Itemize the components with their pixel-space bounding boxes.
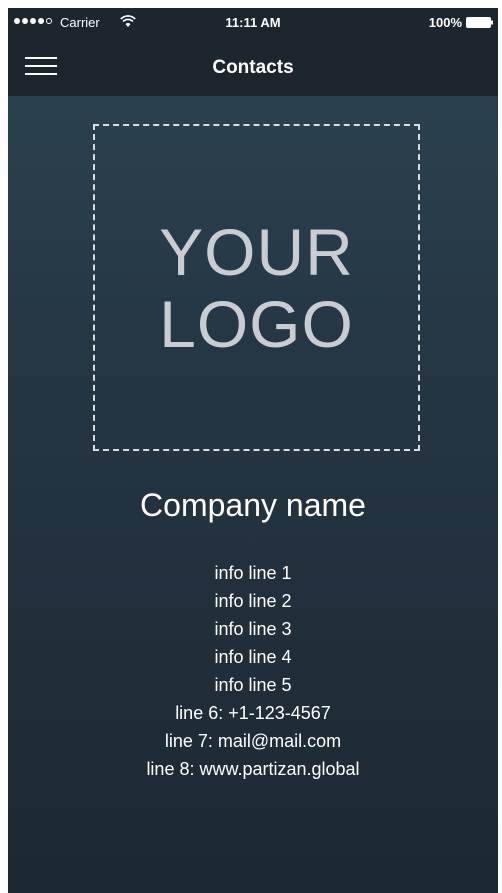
logo-placeholder: YOUR LOGO xyxy=(93,124,420,451)
company-name: Company name xyxy=(140,487,366,523)
battery-percentage: 100% xyxy=(428,15,462,30)
logo-line-1: YOUR xyxy=(159,214,354,289)
phone-screen: Carrier 11:11 AM 100% Contacts YOUR LOGO… xyxy=(8,8,498,893)
status-bar: Carrier 11:11 AM 100% xyxy=(8,8,498,38)
battery-icon xyxy=(466,17,493,28)
page-title: Contacts xyxy=(212,57,294,78)
info-line-5: info line 5 xyxy=(214,675,292,695)
info-line-1: info line 1 xyxy=(214,563,292,583)
email-line[interactable]: line 7: mail@mail.com xyxy=(8,727,498,755)
phone-line[interactable]: line 6: +1-123-4567 xyxy=(8,699,498,727)
info-line-4: info line 4 xyxy=(214,647,292,667)
info-list: info line 1 info line 2 info line 3 info… xyxy=(8,559,498,783)
info-line-2: info line 2 xyxy=(214,591,292,611)
info-line-3: info line 3 xyxy=(214,619,292,639)
status-time: 11:11 AM xyxy=(225,15,281,30)
navigation-bar: Contacts xyxy=(8,38,498,96)
logo-text: YOUR LOGO xyxy=(159,216,354,360)
logo-line-2: LOGO xyxy=(159,286,354,361)
website-line[interactable]: line 8: www.partizan.global xyxy=(8,755,498,783)
